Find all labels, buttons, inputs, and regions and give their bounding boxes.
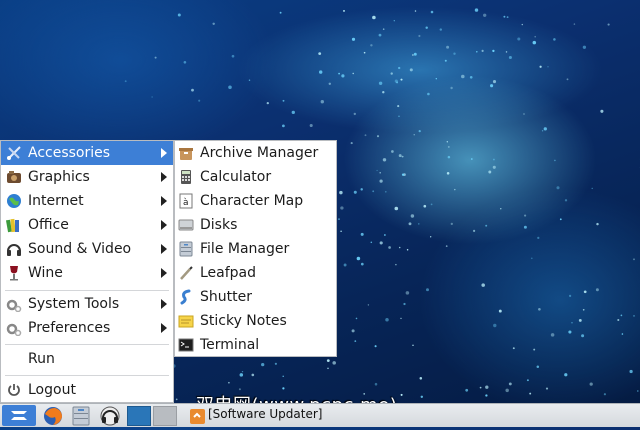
gears-icon (6, 320, 22, 336)
submenu-item-terminal[interactable]: Terminal (175, 333, 336, 357)
shutter-icon (178, 289, 194, 305)
menu-item-wine[interactable]: Wine (1, 261, 173, 285)
workspace-1[interactable] (127, 406, 151, 426)
leafpad-icon (178, 265, 194, 281)
submenu-item-label: Calculator (200, 169, 271, 185)
submenu-arrow-icon (161, 172, 167, 182)
menu-item-preferences[interactable]: Preferences (1, 316, 173, 340)
submenu-item-label: Shutter (200, 289, 252, 305)
archive-icon (178, 145, 194, 161)
graphics-icon (6, 169, 22, 185)
submenu-item-label: Archive Manager (200, 145, 318, 161)
zorin-logo-icon (2, 405, 36, 426)
submenu-item-disks[interactable]: Disks (175, 213, 336, 237)
menu-separator (5, 375, 169, 376)
software-updater-task-button[interactable]: [Software Updater] (208, 407, 322, 421)
character-map-icon: à (178, 193, 194, 209)
headphones-icon (6, 241, 22, 257)
submenu-item-label: Leafpad (200, 265, 256, 281)
internet-icon (6, 193, 22, 209)
menu-item-label: Office (28, 217, 69, 233)
menu-separator (5, 290, 169, 291)
disks-icon (178, 217, 194, 233)
menu-item-label: Run (28, 351, 55, 367)
menu-item-system-tools[interactable]: System Tools (1, 292, 173, 316)
submenu-item-label: Terminal (200, 337, 259, 353)
menu-item-label: Logout (28, 382, 76, 398)
submenu-item-label: Sticky Notes (200, 313, 287, 329)
office-icon (6, 217, 22, 233)
menu-item-run[interactable]: Run (1, 347, 173, 371)
workspace-2[interactable] (153, 406, 177, 426)
menu-item-graphics[interactable]: Graphics (1, 165, 173, 189)
submenu-arrow-icon (161, 220, 167, 230)
file-manager-icon (70, 406, 92, 426)
submenu-item-archive-manager[interactable]: Archive Manager (175, 141, 336, 165)
submenu-arrow-icon (161, 148, 167, 158)
submenu-item-sticky-notes[interactable]: Sticky Notes (175, 309, 336, 333)
accessories-icon (6, 145, 22, 161)
firefox-launcher[interactable] (42, 406, 64, 426)
menu-item-label: Internet (28, 193, 84, 209)
svg-text:à: à (183, 198, 189, 208)
submenu-arrow-icon (161, 299, 167, 309)
submenu-item-label: Character Map (200, 193, 303, 209)
submenu-arrow-icon (161, 244, 167, 254)
menu-item-label: Graphics (28, 169, 90, 185)
calculator-icon (178, 169, 194, 185)
menu-item-label: Wine (28, 265, 63, 281)
menu-item-label: Accessories (28, 145, 110, 161)
submenu-item-label: Disks (200, 217, 237, 233)
menu-item-logout[interactable]: Logout (1, 378, 173, 402)
gears-icon (6, 296, 22, 312)
submenu-item-file-manager[interactable]: File Manager (175, 237, 336, 261)
media-player-launcher[interactable] (98, 406, 122, 426)
menu-item-label: Sound & Video (28, 241, 131, 257)
menu-separator (5, 344, 169, 345)
submenu-item-calculator[interactable]: Calculator (175, 165, 336, 189)
submenu-item-leafpad[interactable]: Leafpad (175, 261, 336, 285)
headphones-icon (98, 406, 122, 426)
terminal-icon (178, 337, 194, 353)
start-menu-button[interactable] (2, 405, 36, 426)
wine-icon (6, 265, 22, 281)
sticky-notes-icon (178, 313, 194, 329)
firefox-icon (42, 406, 64, 426)
menu-item-internet[interactable]: Internet (1, 189, 173, 213)
file-manager-launcher[interactable] (70, 406, 92, 426)
submenu-item-character-map[interactable]: à Character Map (175, 189, 336, 213)
menu-item-label: System Tools (28, 296, 119, 312)
submenu-arrow-icon (161, 323, 167, 333)
taskbar: [Software Updater] (0, 403, 640, 427)
menu-item-label: Preferences (28, 320, 110, 336)
updater-icon (189, 406, 207, 426)
submenu-item-label: File Manager (200, 241, 289, 257)
software-updater-task-icon[interactable] (189, 406, 207, 426)
menu-item-accessories[interactable]: Accessories (1, 141, 173, 165)
application-menu: Accessories Graphics Internet Office Sou… (0, 140, 174, 403)
submenu-item-shutter[interactable]: Shutter (175, 285, 336, 309)
accessories-submenu: Archive Manager Calculator à Character M… (174, 140, 337, 357)
menu-item-office[interactable]: Office (1, 213, 173, 237)
power-icon (6, 382, 22, 398)
menu-item-sound-video[interactable]: Sound & Video (1, 237, 173, 261)
file-manager-icon (178, 241, 194, 257)
submenu-arrow-icon (161, 268, 167, 278)
submenu-arrow-icon (161, 196, 167, 206)
